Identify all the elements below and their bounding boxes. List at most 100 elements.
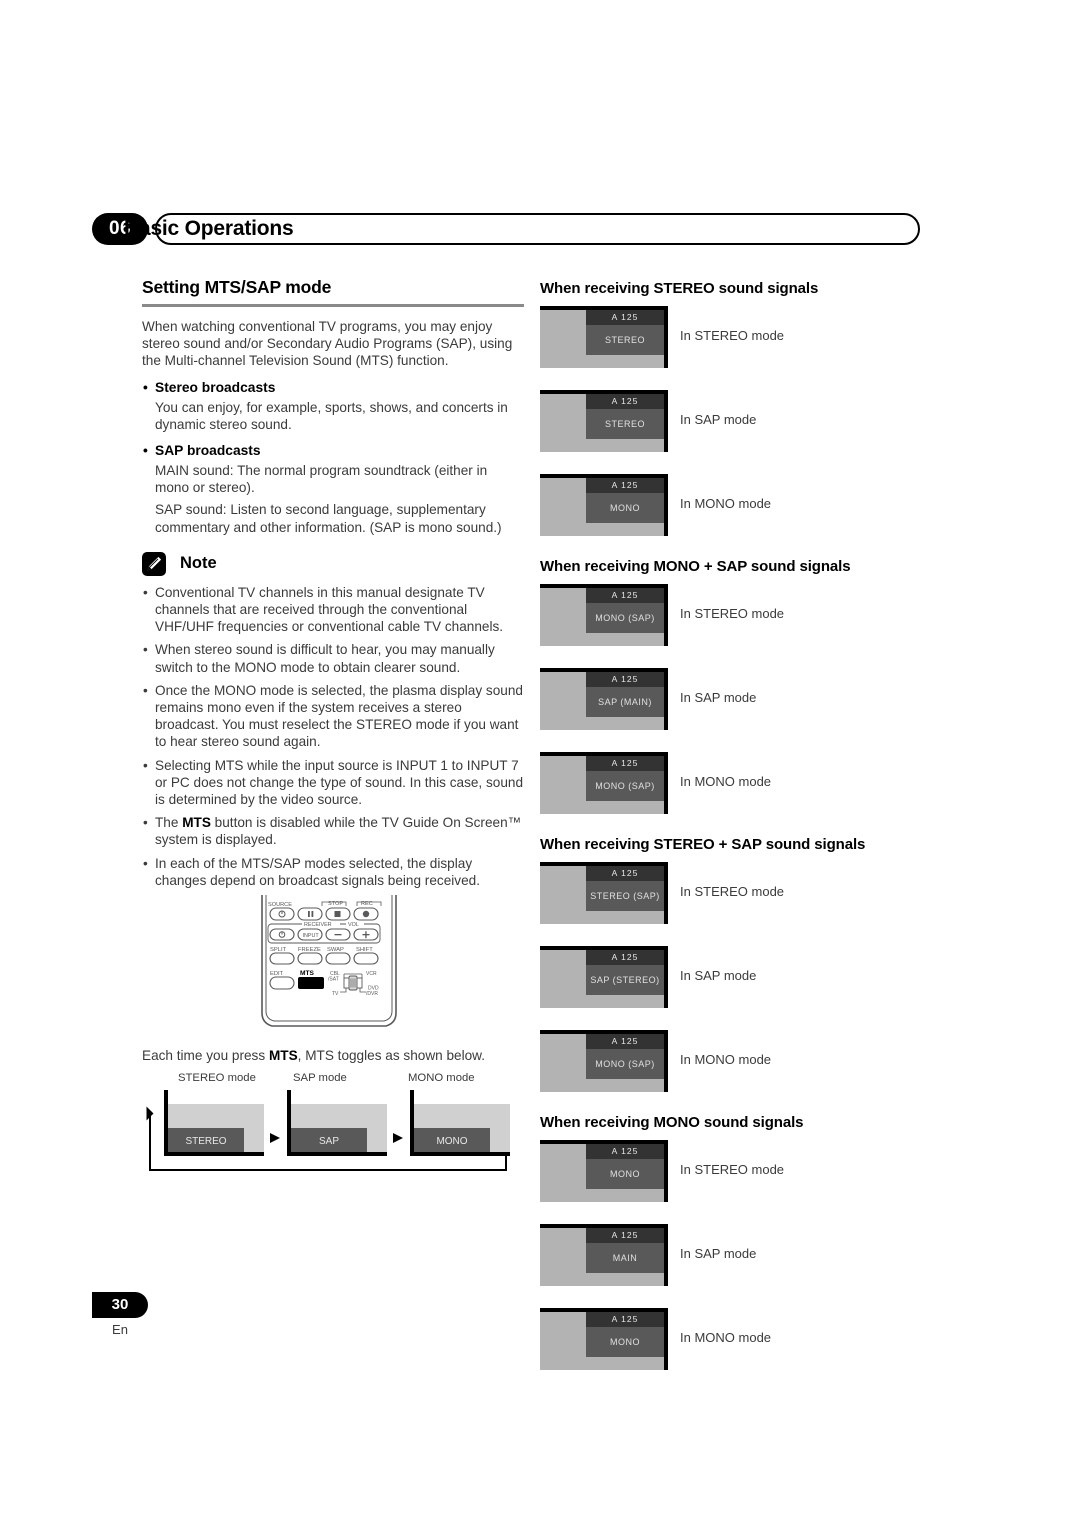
flow-chip-sap: SAP (319, 1136, 339, 1147)
page-header: 06 Basic Operations (92, 213, 920, 247)
shot-caption: In SAP mode (680, 412, 757, 427)
stereo-broadcasts-heading: Stereo broadcasts (142, 379, 524, 396)
remote-control-illustration: SOURCE STOP REC RECEIVER VOL INPUT SPLIT… (261, 895, 397, 1027)
osd-channel: A 125 (586, 866, 664, 881)
tv-screen-graphic: A 125 MONO (SAP) (540, 584, 668, 646)
sap-broadcasts-heading: SAP broadcasts (142, 442, 524, 459)
shot-caption: In STEREO mode (680, 1162, 785, 1177)
osd-mode: MONO (586, 493, 664, 523)
osd-mode: STEREO (586, 325, 664, 355)
toggle-caption-pre: Each time you press (142, 1048, 269, 1064)
osd-mode: SAP (MAIN) (586, 687, 664, 717)
screen-shot-row: A 125 SAP (STEREO) In SAP mode (540, 946, 932, 1018)
svg-text:TV: TV (332, 991, 339, 997)
tv-screen-graphic: A 125 STEREO (SAP) (540, 862, 668, 924)
shot-caption: In SAP mode (680, 968, 757, 983)
sap-main-body: MAIN sound: The normal program soundtrac… (155, 463, 488, 496)
osd-channel: A 125 (586, 310, 664, 325)
screen-shot-row: A 125 MONO (SAP) In STEREO mode (540, 584, 932, 656)
note-item: Selecting MTS while the input source is … (142, 757, 524, 809)
subsection-title: When receiving MONO sound signals (540, 1114, 804, 1131)
osd-channel: A 125 (586, 394, 664, 409)
shot-caption: In SAP mode (680, 690, 757, 705)
tv-screen-graphic: A 125 MONO (540, 1140, 668, 1202)
remote-mts-button[interactable] (298, 977, 324, 990)
screen-shot-row: A 125 SAP (MAIN) In SAP mode (540, 668, 932, 740)
note-list: Conventional TV channels in this manual … (142, 584, 524, 889)
remote-freeze-button[interactable] (297, 952, 323, 965)
remote-label-split: SPLIT (270, 947, 287, 953)
tv-screen-graphic: A 125 MONO (540, 474, 668, 536)
screen-shot-row: A 125 STEREO In STEREO mode (540, 306, 932, 378)
osd-mode: MONO (SAP) (586, 1049, 664, 1079)
shot-caption: In STEREO mode (680, 328, 785, 343)
shot-caption: In STEREO mode (680, 606, 785, 621)
flow-box-sap: SAP (287, 1090, 387, 1157)
stereo-broadcasts-body: You can enjoy, for example, sports, show… (155, 399, 508, 432)
flow-label-sap: SAP mode (293, 1072, 347, 1085)
osd-mode: MONO (SAP) (586, 603, 664, 633)
subsection-title: When receiving STEREO sound signals (540, 280, 819, 297)
note-item: Conventional TV channels in this manual … (142, 584, 524, 636)
remote-swap-button[interactable] (325, 952, 351, 965)
remote-control-figure: SOURCE STOP REC RECEIVER VOL INPUT SPLIT… (142, 895, 524, 1045)
flow-box-stereo: STEREO (164, 1090, 264, 1157)
remote-label-mts: MTS (300, 970, 315, 977)
remote-shift-button[interactable] (353, 952, 379, 965)
note-header: Note (142, 551, 524, 578)
osd-mode: MONO (SAP) (586, 771, 664, 801)
page-number-badge: 30 (92, 1292, 148, 1318)
osd-mode: MONO (586, 1327, 664, 1357)
subsection-title: When receiving STEREO + SAP sound signal… (540, 836, 866, 853)
remote-label-shift: SHIFT (356, 947, 373, 953)
remote-label-edit: EDIT (270, 971, 284, 977)
subsection-title: When receiving MONO + SAP sound signals (540, 558, 851, 575)
flow-label-stereo: STEREO mode (178, 1072, 256, 1085)
remote-label-freeze: FREEZE (298, 947, 321, 953)
flow-arrow-1 (270, 1133, 280, 1144)
screen-shot-row: A 125 MONO (SAP) In MONO mode (540, 1030, 932, 1102)
svg-text:/SAT: /SAT (328, 977, 339, 983)
section-title: Setting MTS/SAP mode (142, 277, 332, 297)
flow-chip-mono: MONO (436, 1136, 467, 1147)
screen-shot-row: A 125 MONO (SAP) In MONO mode (540, 752, 932, 824)
osd-channel: A 125 (586, 1144, 664, 1159)
osd-mode: MAIN (586, 1243, 664, 1273)
tv-screen-graphic: A 125 SAP (STEREO) (540, 946, 668, 1008)
remote-label-swap: SWAP (327, 947, 344, 953)
toggle-caption: Each time you press MTS, MTS toggles as … (142, 1047, 524, 1064)
osd-channel: A 125 (586, 1228, 664, 1243)
note-item: The MTS button is disabled while the TV … (142, 814, 524, 848)
flow-chip-stereo: STEREO (185, 1136, 226, 1147)
osd-channel: A 125 (586, 1034, 664, 1049)
osd-channel: A 125 (586, 950, 664, 965)
mts-toggle-diagram: STEREO mode SAP mode MONO mode STEREO SA… (142, 1072, 524, 1180)
page-language: En (112, 1322, 128, 1337)
remote-label-source: SOURCE (268, 902, 292, 908)
svg-text:VCR: VCR (366, 971, 377, 977)
tv-screen-graphic: A 125 STEREO (540, 390, 668, 452)
osd-channel: A 125 (586, 1312, 664, 1327)
toggle-caption-post: , MTS toggles as shown below. (297, 1048, 486, 1064)
flow-arrow-2 (393, 1133, 403, 1144)
tv-screen-graphic: A 125 MAIN (540, 1224, 668, 1286)
note-label: Note (180, 553, 217, 572)
osd-mode: MONO (586, 1159, 664, 1189)
screen-shot-row: A 125 MAIN In SAP mode (540, 1224, 932, 1296)
svg-text:/DVR: /DVR (366, 991, 378, 997)
toggle-caption-mts: MTS (268, 1048, 298, 1064)
shot-caption: In MONO mode (680, 1330, 772, 1345)
tv-screen-graphic: A 125 STEREO (540, 306, 668, 368)
remote-label-receiver: RECEIVER (304, 922, 332, 928)
right-column: When receiving STEREO sound signals A 12… (540, 280, 932, 1392)
tv-screen-graphic: A 125 MONO (540, 1308, 668, 1370)
osd-mode: SAP (STEREO) (586, 965, 664, 995)
screen-shot-row: A 125 STEREO In SAP mode (540, 390, 932, 462)
osd-channel: A 125 (586, 588, 664, 603)
note-item: In each of the MTS/SAP modes selected, t… (142, 855, 524, 889)
shot-caption: In MONO mode (680, 774, 772, 789)
remote-pause-button[interactable] (297, 907, 323, 921)
remote-split-button[interactable] (269, 952, 295, 965)
osd-channel: A 125 (586, 756, 664, 771)
remote-edit-button[interactable] (269, 976, 295, 990)
